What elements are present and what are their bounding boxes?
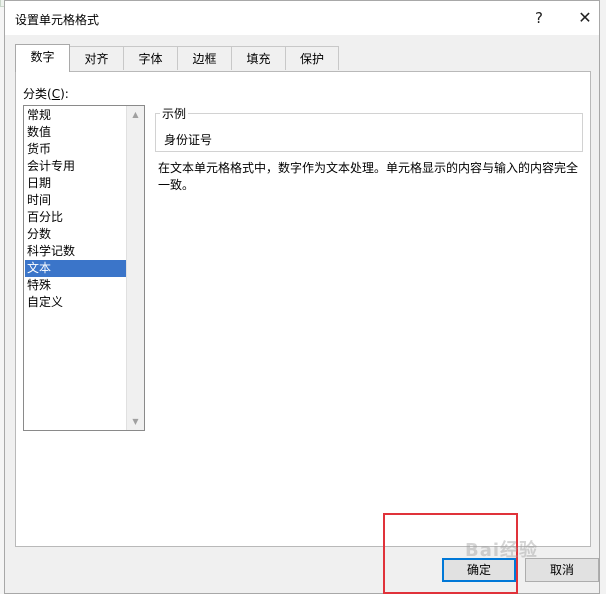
category-item-accounting[interactable]: 会计专用 — [25, 158, 126, 175]
category-item-special[interactable]: 特殊 — [25, 277, 126, 294]
scroll-down-icon[interactable]: ▼ — [127, 413, 144, 430]
category-item-date[interactable]: 日期 — [25, 175, 126, 192]
scroll-up-icon[interactable]: ▲ — [127, 106, 144, 123]
format-description: 在文本单元格格式中，数字作为文本处理。单元格显示的内容与输入的内容完全一致。 — [158, 161, 579, 192]
tab-protection[interactable]: 保护 — [285, 46, 339, 70]
tab-number[interactable]: 数字 — [15, 44, 70, 72]
category-listbox[interactable]: 常规 数值 货币 会计专用 日期 时间 百分比 分数 科学记数 文本 特殊 自定… — [23, 105, 145, 431]
category-item-currency[interactable]: 货币 — [25, 141, 126, 158]
tab-alignment[interactable]: 对齐 — [69, 46, 124, 70]
category-list: 常规 数值 货币 会计专用 日期 时间 百分比 分数 科学记数 文本 特殊 自定… — [25, 107, 126, 311]
category-item-scientific[interactable]: 科学记数 — [25, 243, 126, 260]
category-item-number[interactable]: 数值 — [25, 124, 126, 141]
category-item-time[interactable]: 时间 — [25, 192, 126, 209]
category-item-custom[interactable]: 自定义 — [25, 294, 126, 311]
close-icon[interactable]: ✕ — [565, 5, 605, 31]
dialog-title: 设置单元格格式 — [15, 13, 100, 27]
category-item-general[interactable]: 常规 — [25, 107, 126, 124]
category-label: 分类(C): — [23, 87, 69, 101]
format-cells-dialog: 设置单元格格式 ? ✕ 数字 对齐 字体 边框 填充 保护 分类(C): 常规 … — [4, 0, 600, 594]
help-button[interactable]: ? — [519, 5, 559, 31]
tab-border[interactable]: 边框 — [177, 46, 232, 70]
background-right-edge — [599, 0, 606, 594]
sample-legend: 示例 — [160, 105, 189, 122]
title-bar: 设置单元格格式 ? ✕ — [5, 1, 599, 35]
category-item-text[interactable]: 文本 — [25, 260, 126, 277]
tab-font[interactable]: 字体 — [123, 46, 178, 70]
category-scrollbar[interactable]: ▲ ▼ — [126, 106, 144, 430]
ok-button[interactable]: 确定 — [442, 558, 516, 582]
sample-group: 示例 身份证号 — [155, 105, 583, 152]
category-item-fraction[interactable]: 分数 — [25, 226, 126, 243]
number-tab-panel: 分类(C): 常规 数值 货币 会计专用 日期 时间 百分比 分数 科学记数 文… — [15, 71, 591, 547]
cancel-button[interactable]: 取消 — [525, 558, 599, 582]
tab-fill[interactable]: 填充 — [231, 46, 286, 70]
category-item-percentage[interactable]: 百分比 — [25, 209, 126, 226]
sample-value: 身份证号 — [164, 133, 213, 147]
